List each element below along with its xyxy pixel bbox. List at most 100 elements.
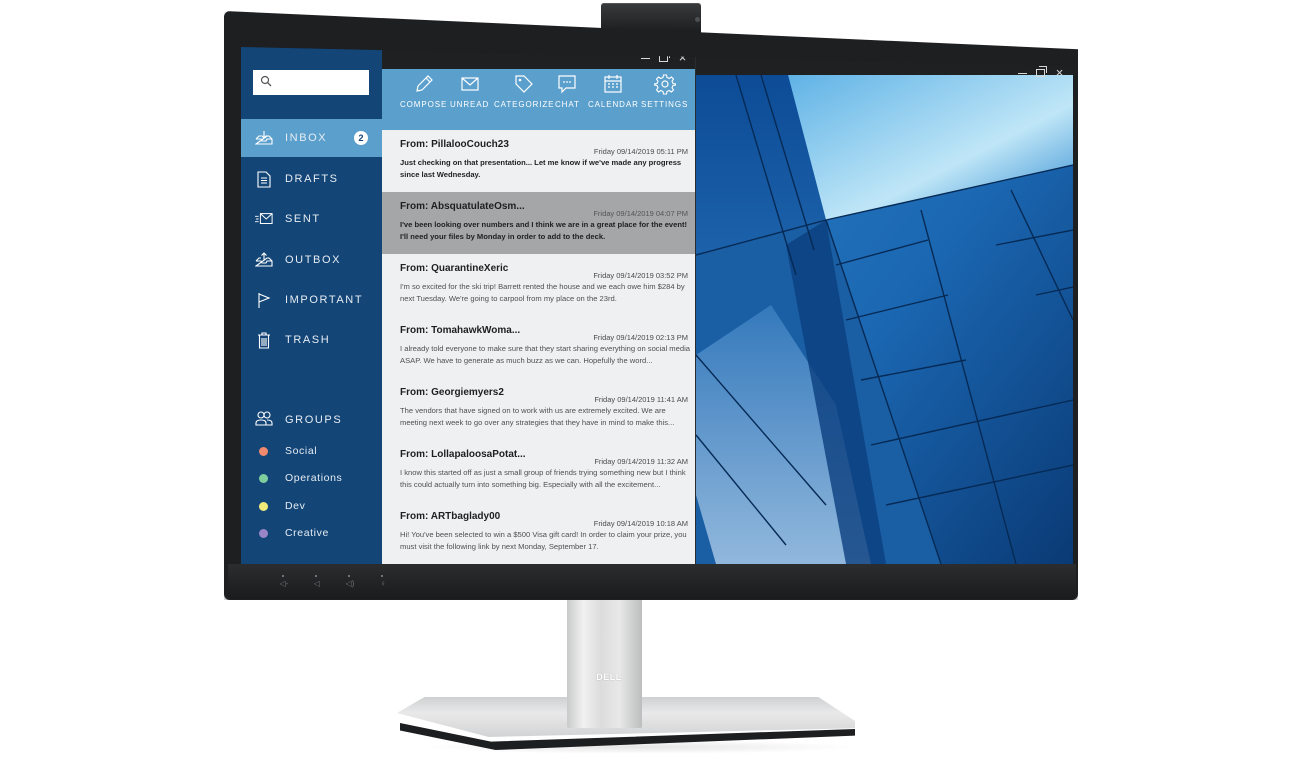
inbox-download-icon xyxy=(255,129,273,147)
pencil-icon xyxy=(415,75,433,92)
tool-label: SETTINGS xyxy=(641,100,689,109)
tool-label: COMPOSE xyxy=(400,100,448,109)
message-item[interactable]: From: QuarantineXeric Friday 09/14/2019 … xyxy=(382,254,696,316)
volume-down-icon: ◁ xyxy=(313,579,321,588)
building-facade-image xyxy=(695,74,1073,564)
groups-header[interactable]: GROUPS xyxy=(241,408,382,432)
call-decline-button[interactable]: ◁‑ xyxy=(278,575,288,589)
message-list: From: PillalooCouch23 Friday 09/14/2019 … xyxy=(382,130,696,564)
group-color-dot xyxy=(259,529,268,538)
group-item-creative[interactable]: Creative xyxy=(241,524,382,544)
trash-icon xyxy=(255,331,273,349)
message-date: Friday 09/14/2019 02:13 PM xyxy=(593,333,688,342)
message-preview: Hi! You've been selected to win a $500 V… xyxy=(400,530,687,551)
volume-up-icon: ◁) xyxy=(345,579,355,588)
chat-button[interactable]: CHAT xyxy=(555,73,580,109)
tag-icon xyxy=(515,75,534,93)
group-label: Creative xyxy=(285,527,329,539)
users-icon xyxy=(255,411,273,431)
minimize-icon[interactable] xyxy=(1018,72,1027,74)
tool-label: CALENDAR xyxy=(588,100,639,109)
minimize-icon[interactable] xyxy=(641,57,650,59)
message-preview: I've been looking over numbers and I thi… xyxy=(400,220,688,241)
gear-icon xyxy=(653,74,676,95)
group-label: Operations xyxy=(285,472,343,484)
sidebar-item-important[interactable]: IMPORTANT xyxy=(241,281,382,319)
sidebar-item-drafts[interactable]: DRAFTS xyxy=(241,160,382,198)
group-color-dot xyxy=(259,474,268,483)
sidebar-item-label: OUTBOX xyxy=(285,254,342,266)
sidebar-item-inbox[interactable]: INBOX 2 xyxy=(241,119,382,157)
chat-bubble-icon xyxy=(558,75,576,94)
glass-facade-illustration xyxy=(695,74,1073,564)
tool-label: CHAT xyxy=(555,100,580,109)
mail-window: INBOX 2 DRAFTS SENT OUTBOX IMPORTANT TRA… xyxy=(241,47,696,564)
search-icon xyxy=(260,75,272,87)
envelope-icon xyxy=(460,77,479,91)
message-item[interactable]: From: PillalooCouch23 Friday 09/14/2019 … xyxy=(382,130,696,192)
message-date: Friday 09/14/2019 04:07 PM xyxy=(593,209,688,218)
webcam-lens xyxy=(695,17,700,22)
call-decline-icon: ◁‑ xyxy=(279,579,289,588)
message-item[interactable]: From: TomahawkWoma... Friday 09/14/2019 … xyxy=(382,316,696,378)
send-envelope-icon xyxy=(255,210,273,228)
sidebar-item-label: TRASH xyxy=(285,334,331,346)
window-controls: × xyxy=(1018,65,1065,79)
unread-button[interactable]: UNREAD xyxy=(450,73,489,109)
flag-icon xyxy=(255,291,273,309)
group-item-social[interactable]: Social xyxy=(241,442,382,462)
group-color-dot xyxy=(259,447,268,456)
webcam xyxy=(601,3,701,33)
restore-icon[interactable] xyxy=(1036,65,1047,77)
sidebar-item-trash[interactable]: TRASH xyxy=(241,321,382,359)
sidebar-item-label: INBOX xyxy=(285,132,328,144)
group-color-dot xyxy=(259,502,268,511)
sidebar-item-sent[interactable]: SENT xyxy=(241,200,382,238)
message-date: Friday 09/14/2019 11:41 AM xyxy=(594,395,688,404)
group-item-operations[interactable]: Operations xyxy=(241,469,382,489)
message-sender: From: LollapaloosaPotat... xyxy=(400,449,526,460)
message-preview: Just checking on that presentation... Le… xyxy=(400,158,682,179)
sidebar: INBOX 2 DRAFTS SENT OUTBOX IMPORTANT TRA… xyxy=(241,47,382,564)
calendar-button[interactable]: CALENDAR xyxy=(588,73,639,109)
message-item-selected[interactable]: From: AbsquatulateOsm... Friday 09/14/20… xyxy=(382,192,696,254)
chin-button-row: ◁‑ ◁ ◁) ♀ xyxy=(278,575,387,589)
message-preview: I already told everyone to make sure tha… xyxy=(400,344,690,365)
volume-down-button[interactable]: ◁ xyxy=(311,575,321,589)
compose-button[interactable]: COMPOSE xyxy=(400,73,447,109)
document-icon xyxy=(255,170,273,188)
calendar-icon xyxy=(604,75,622,93)
stand-neck xyxy=(567,598,642,728)
sidebar-item-outbox[interactable]: OUTBOX xyxy=(241,241,382,279)
unread-count-badge: 2 xyxy=(354,131,368,145)
settings-button[interactable]: SETTINGS xyxy=(641,73,688,109)
message-sender: From: PillalooCouch23 xyxy=(400,139,509,150)
categorize-button[interactable]: CATEGORIZE xyxy=(494,73,554,109)
photo-window: × xyxy=(695,47,1073,564)
message-item[interactable]: From: Georgiemyers2 Friday 09/14/2019 11… xyxy=(382,378,696,440)
sidebar-item-label: DRAFTS xyxy=(285,173,339,185)
groups-label: GROUPS xyxy=(285,414,343,426)
mic-mute-button[interactable]: ♀ xyxy=(377,575,387,589)
volume-up-button[interactable]: ◁) xyxy=(344,575,354,589)
close-icon[interactable]: × xyxy=(1054,66,1065,79)
dell-logo: DELL xyxy=(596,672,622,682)
outbox-upload-icon xyxy=(255,251,273,269)
tool-label: UNREAD xyxy=(450,100,490,109)
message-item[interactable]: From: ARTbaglady00 Friday 09/14/2019 10:… xyxy=(382,502,696,564)
message-preview: I'm so excited for the ski trip! Barrett… xyxy=(400,282,685,303)
message-sender: From: ARTbaglady00 xyxy=(400,511,501,522)
mail-toolbar: COMPOSE UNREAD CATEGORIZE CHAT CALENDAR … xyxy=(382,69,696,130)
screen: INBOX 2 DRAFTS SENT OUTBOX IMPORTANT TRA… xyxy=(241,47,1073,564)
message-sender: From: QuarantineXeric xyxy=(400,263,509,274)
sidebar-item-label: IMPORTANT xyxy=(285,294,364,306)
message-item[interactable]: From: LollapaloosaPotat... Friday 09/14/… xyxy=(382,440,696,502)
message-date: Friday 09/14/2019 11:32 AM xyxy=(594,457,688,466)
message-sender: From: TomahawkWoma... xyxy=(400,325,521,336)
group-label: Social xyxy=(285,445,318,457)
group-label: Dev xyxy=(285,500,306,512)
sidebar-item-label: SENT xyxy=(285,213,321,225)
message-date: Friday 09/14/2019 10:18 AM xyxy=(593,519,688,528)
message-date: Friday 09/14/2019 03:52 PM xyxy=(593,271,688,280)
group-item-dev[interactable]: Dev xyxy=(241,497,382,517)
